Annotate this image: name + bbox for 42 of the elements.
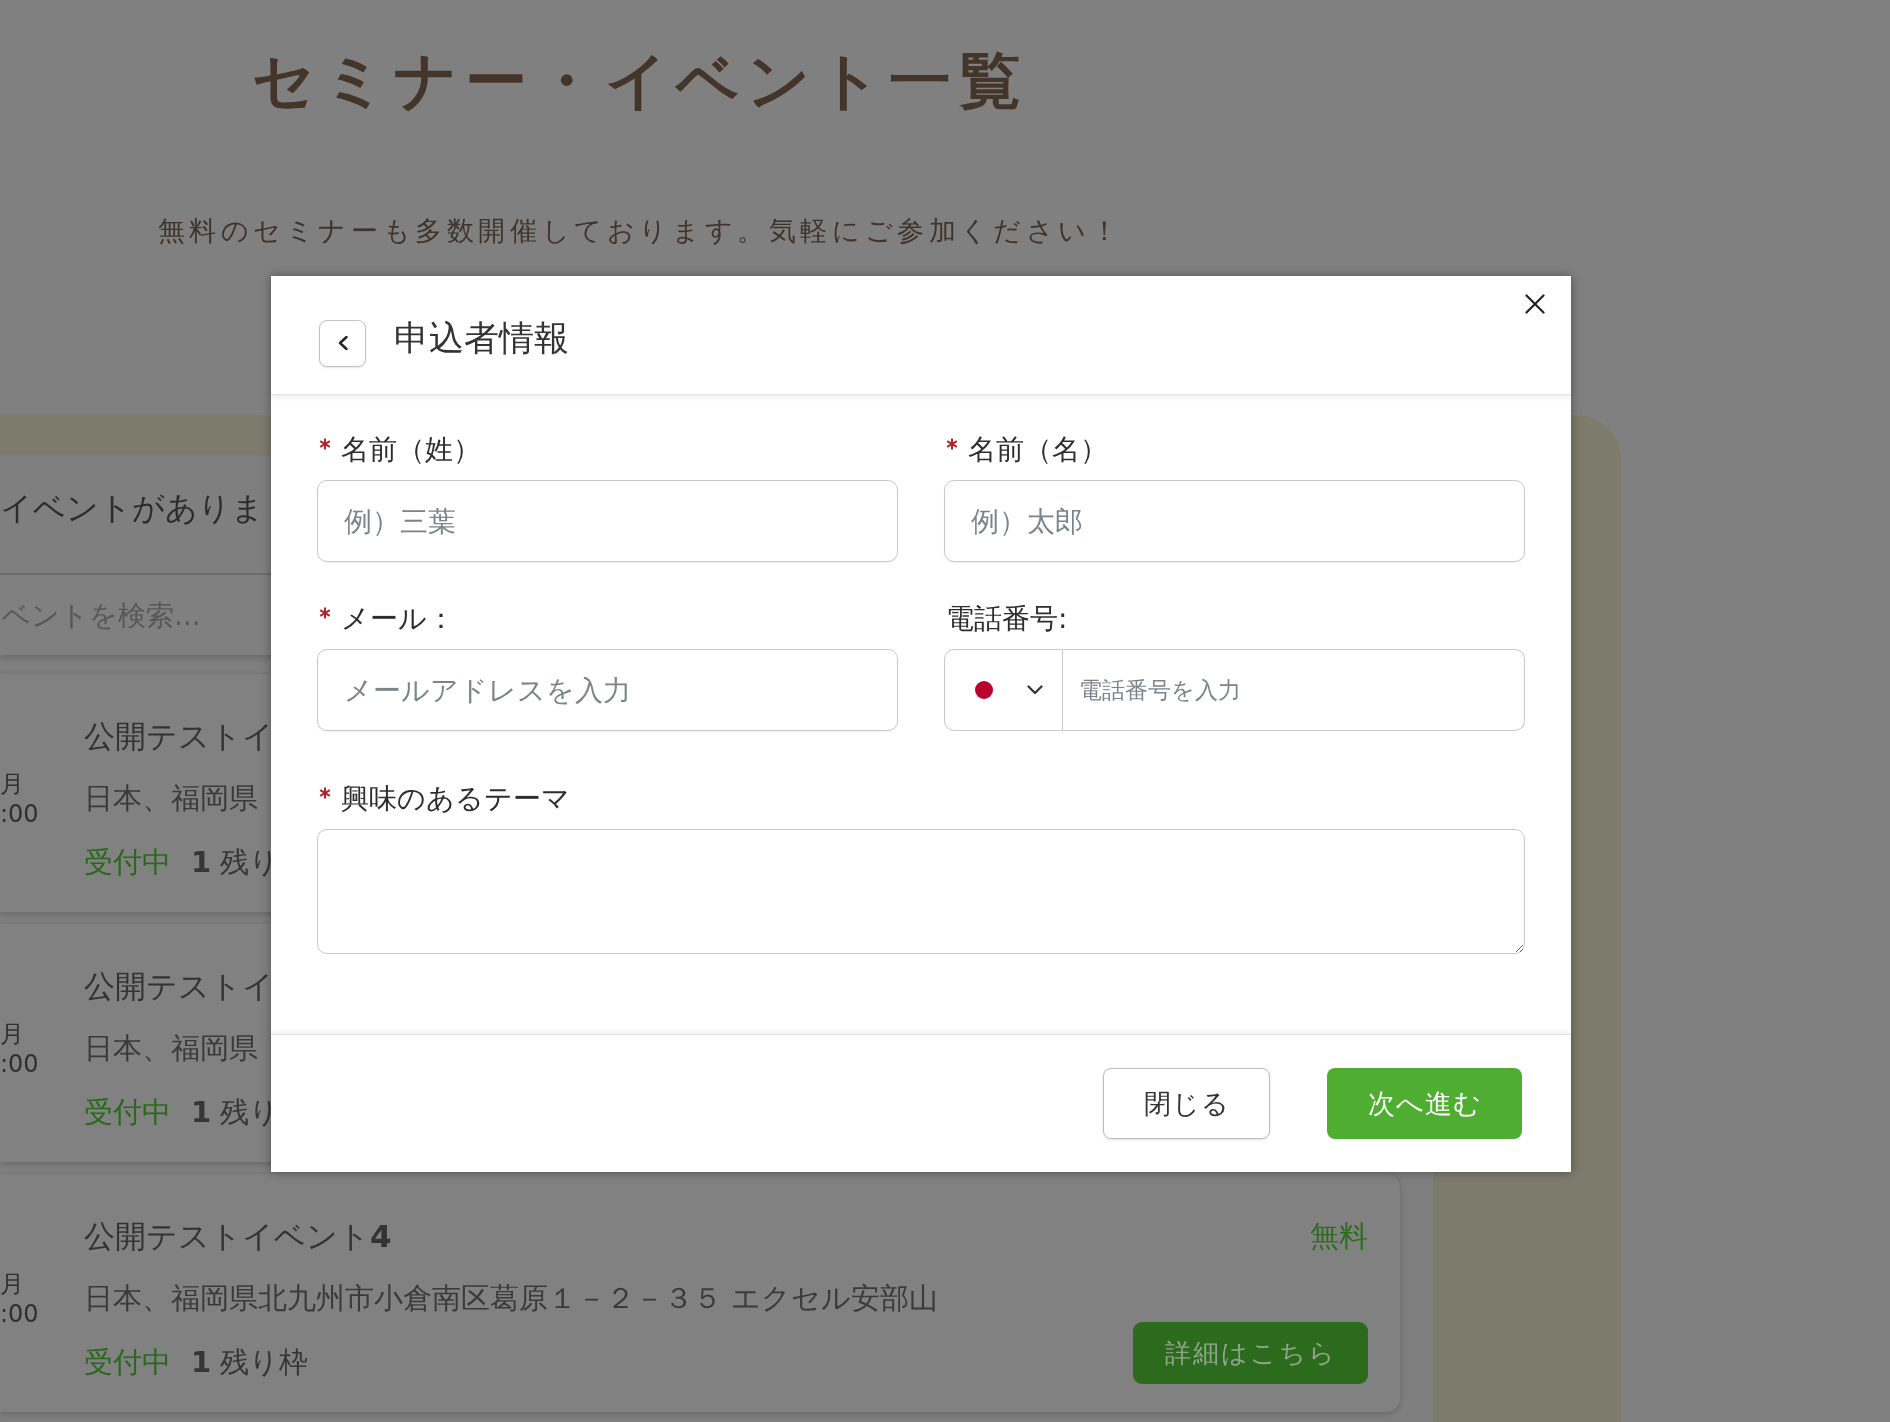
event-time: :00 (0, 1299, 39, 1329)
chevron-left-icon (337, 336, 348, 350)
page-subtitle: 無料のセミナーも多数開催しております。気軽にご参加ください！ (157, 214, 1123, 248)
field-label: メール： (341, 601, 455, 637)
status-text: 受付中 (84, 1344, 171, 1381)
event-title: 公開テストイ (84, 717, 274, 756)
close-dialog-button[interactable]: 閉じる (1103, 1068, 1270, 1139)
input-field[interactable]: 例）三葉 (317, 480, 898, 562)
dialog-title: 申込者情報 (394, 316, 569, 360)
status-text: 受付中 (84, 1094, 171, 1131)
next-button[interactable]: 次へ進む (1327, 1068, 1522, 1139)
event-address: 日本、福岡県 (84, 780, 258, 817)
event-time: :00 (0, 1049, 39, 1079)
event-address: 日本、福岡県北九州市小倉南区葛原１－２－３５ エクセル安部山 (84, 1280, 939, 1317)
close-icon (1525, 294, 1545, 314)
event-time: :00 (0, 799, 39, 829)
event-address: 日本、福岡県 (84, 1030, 258, 1067)
event-date: 月 (0, 1269, 24, 1299)
input-field[interactable]: 例）太郎 (944, 480, 1525, 562)
details-button[interactable]: 詳細はこちら (1133, 1322, 1368, 1384)
field-label: 名前（名） (968, 432, 1108, 468)
event-date: 月 (0, 1019, 24, 1049)
availability-text: 1 残り枠 (191, 1344, 309, 1381)
page-title: セミナー・イベント一覧 (251, 43, 1029, 119)
chevron-down-icon (1027, 685, 1043, 695)
flag-icon (975, 681, 993, 699)
back-button[interactable] (319, 319, 366, 367)
price-text: 無料 (1310, 1218, 1368, 1255)
input-field[interactable]: メールアドレスを入力 (317, 649, 898, 731)
field-label: 電話番号: (946, 601, 1068, 637)
availability-text: 1 残り (191, 844, 280, 881)
country-select[interactable] (944, 649, 1063, 731)
event-date: 月 (0, 769, 24, 799)
status-text: 受付中 (84, 844, 171, 881)
list-heading: イベントがありま (0, 488, 264, 529)
field-label: 興味のあるテーマ (341, 781, 570, 817)
availability-text: 1 残り (191, 1094, 280, 1131)
phone-input[interactable]: 電話番号を入力 (1063, 649, 1525, 731)
close-button[interactable] (1525, 294, 1545, 314)
event-title: 公開テストイ (84, 967, 274, 1006)
field-label: 名前（姓） (341, 432, 481, 468)
textarea-field[interactable] (317, 829, 1525, 954)
